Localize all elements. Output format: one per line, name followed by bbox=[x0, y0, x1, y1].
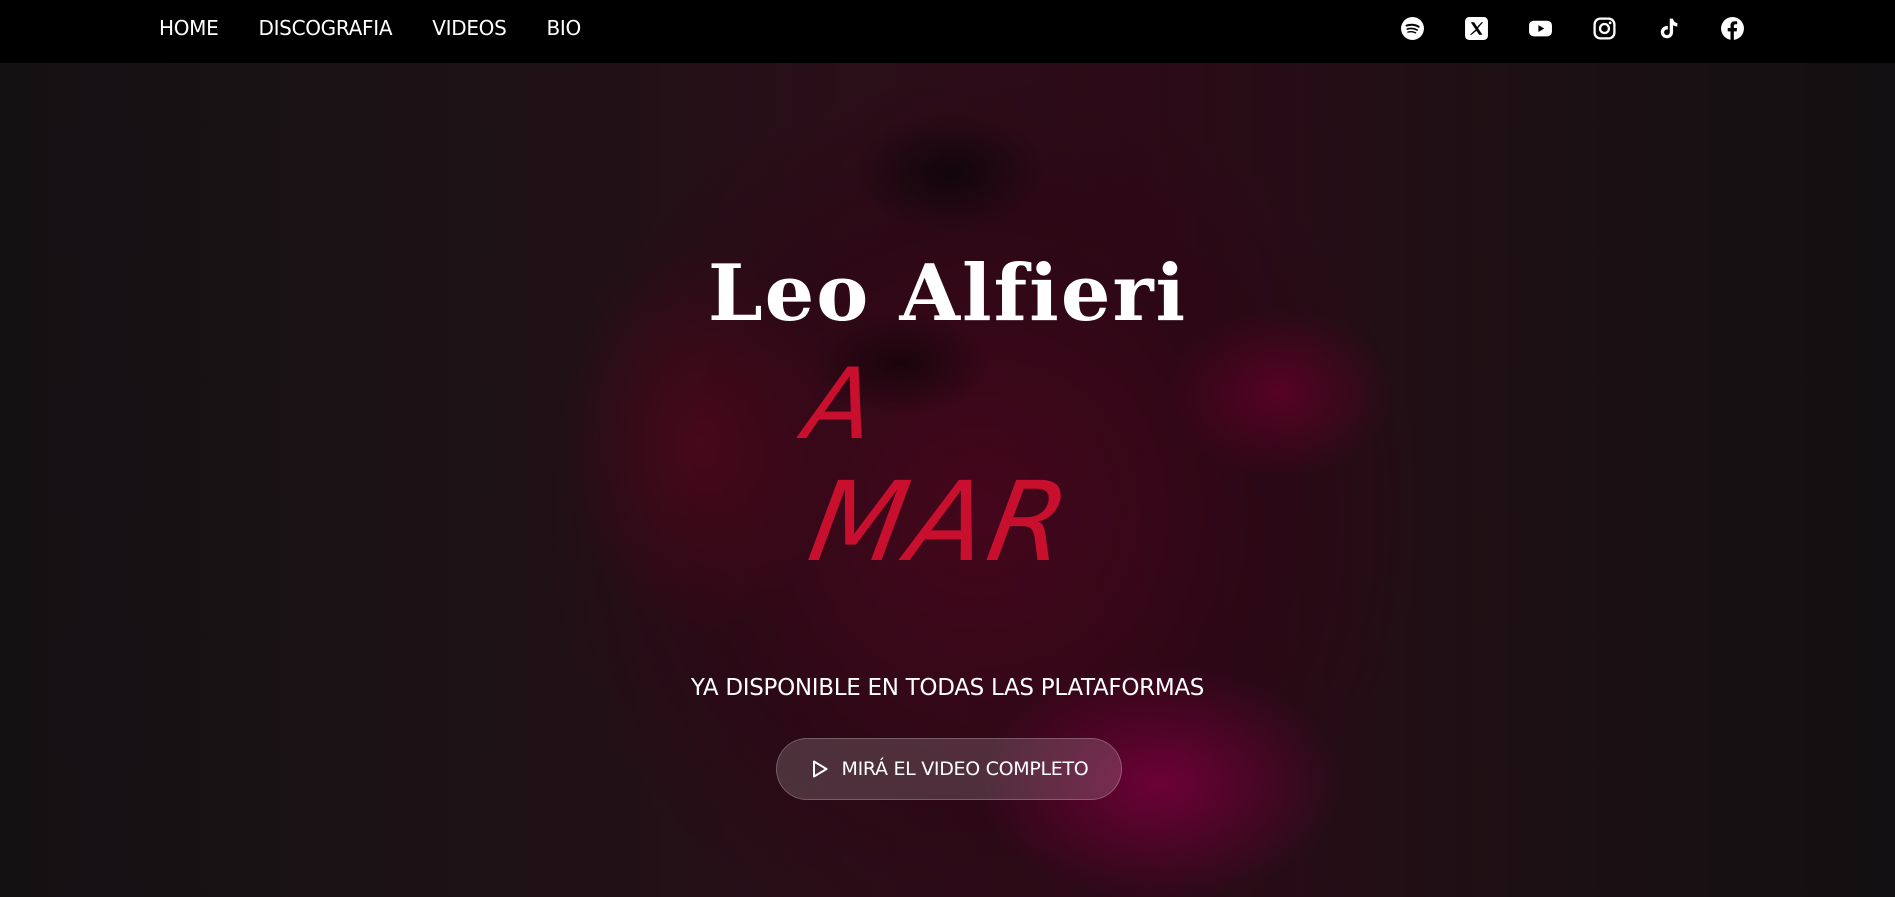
social-links bbox=[1400, 0, 1745, 56]
x-icon[interactable] bbox=[1464, 16, 1489, 41]
spotify-icon[interactable] bbox=[1400, 16, 1425, 41]
main-nav: HOME DISCOGRAFIA VIDEOS BIO bbox=[159, 0, 581, 56]
top-navigation-bar: HOME DISCOGRAFIA VIDEOS BIO bbox=[0, 0, 1895, 63]
nav-link-videos[interactable]: VIDEOS bbox=[432, 16, 507, 40]
single-title-logo: A MAR bbox=[797, 348, 1120, 608]
single-title-line-1: A bbox=[797, 348, 882, 462]
artist-name: Leo Alfieri bbox=[707, 248, 1188, 339]
nav-link-home[interactable]: HOME bbox=[159, 16, 219, 40]
instagram-icon[interactable] bbox=[1592, 16, 1617, 41]
play-icon bbox=[810, 758, 830, 780]
single-title-line-2: MAR bbox=[800, 458, 1082, 586]
facebook-icon[interactable] bbox=[1720, 16, 1745, 41]
nav-link-discografia[interactable]: DISCOGRAFIA bbox=[258, 16, 392, 40]
watch-full-video-label: MIRÁ EL VIDEO COMPLETO bbox=[841, 758, 1089, 780]
nav-link-bio[interactable]: BIO bbox=[547, 16, 582, 40]
watch-full-video-button[interactable]: MIRÁ EL VIDEO COMPLETO bbox=[776, 738, 1122, 800]
youtube-icon[interactable] bbox=[1528, 16, 1553, 41]
tiktok-icon[interactable] bbox=[1656, 16, 1681, 41]
hero-section: Leo Alfieri A MAR YA DISPONIBLE EN TODAS… bbox=[0, 63, 1895, 897]
availability-tagline: YA DISPONIBLE EN TODAS LAS PLATAFORMAS bbox=[690, 675, 1205, 701]
